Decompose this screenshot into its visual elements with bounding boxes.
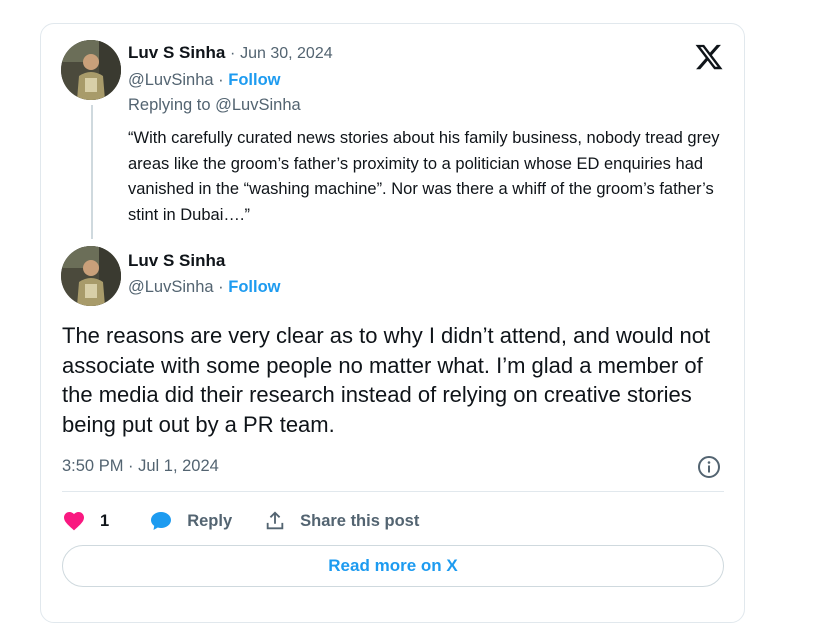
avatar[interactable]	[61, 246, 121, 306]
info-icon[interactable]	[697, 455, 721, 479]
thread-connector-line	[91, 105, 93, 239]
reply-button[interactable]: Reply	[149, 509, 232, 533]
like-count: 1	[100, 511, 110, 530]
main-author-name[interactable]: Luv S Sinha	[128, 251, 225, 271]
reply-author-line: Luv S Sinha · Jun 30, 2024	[128, 43, 333, 63]
avatar[interactable]	[61, 40, 121, 100]
like-button[interactable]: 1	[62, 509, 109, 533]
avatar-photo	[61, 40, 121, 100]
main-handle[interactable]: @LuvSinha	[128, 278, 214, 296]
post-timestamp[interactable]: 3:50 PM · Jul 1, 2024	[62, 457, 219, 476]
reply-sep: ·	[230, 45, 236, 62]
main-handle-sep: ·	[218, 278, 224, 296]
reply-handle-sep: ·	[218, 71, 224, 89]
follow-button[interactable]: Follow	[228, 71, 280, 89]
divider	[62, 491, 724, 492]
reply-label: Reply	[187, 511, 233, 530]
share-button[interactable]: Share this post	[264, 510, 419, 532]
main-post-text: The reasons are very clear as to why I d…	[62, 323, 711, 437]
share-label: Share this post	[300, 511, 420, 530]
heart-icon	[64, 512, 84, 531]
replying-to: Replying to @LuvSinha	[128, 96, 301, 114]
reply-date[interactable]: Jun 30, 2024	[240, 45, 333, 62]
share-icon	[266, 511, 284, 530]
reply-text: “With carefully curated news stories abo…	[128, 129, 720, 224]
reply-handle[interactable]: @LuvSinha	[128, 71, 214, 89]
reply-handle-line: @LuvSinha · Follow	[128, 71, 281, 90]
reply-author-name[interactable]: Luv S Sinha	[128, 43, 225, 62]
embedded-post-card: Luv S Sinha · Jun 30, 2024 @LuvSinha · F…	[40, 23, 745, 623]
speech-bubble-icon	[151, 512, 172, 530]
main-handle-line: @LuvSinha · Follow	[128, 278, 281, 297]
read-more-button[interactable]: Read more on X	[62, 545, 724, 587]
action-bar: 1 Reply Share this post	[62, 506, 419, 536]
avatar-photo	[61, 246, 121, 306]
x-logo-icon[interactable]	[694, 42, 724, 72]
follow-button[interactable]: Follow	[228, 278, 280, 296]
